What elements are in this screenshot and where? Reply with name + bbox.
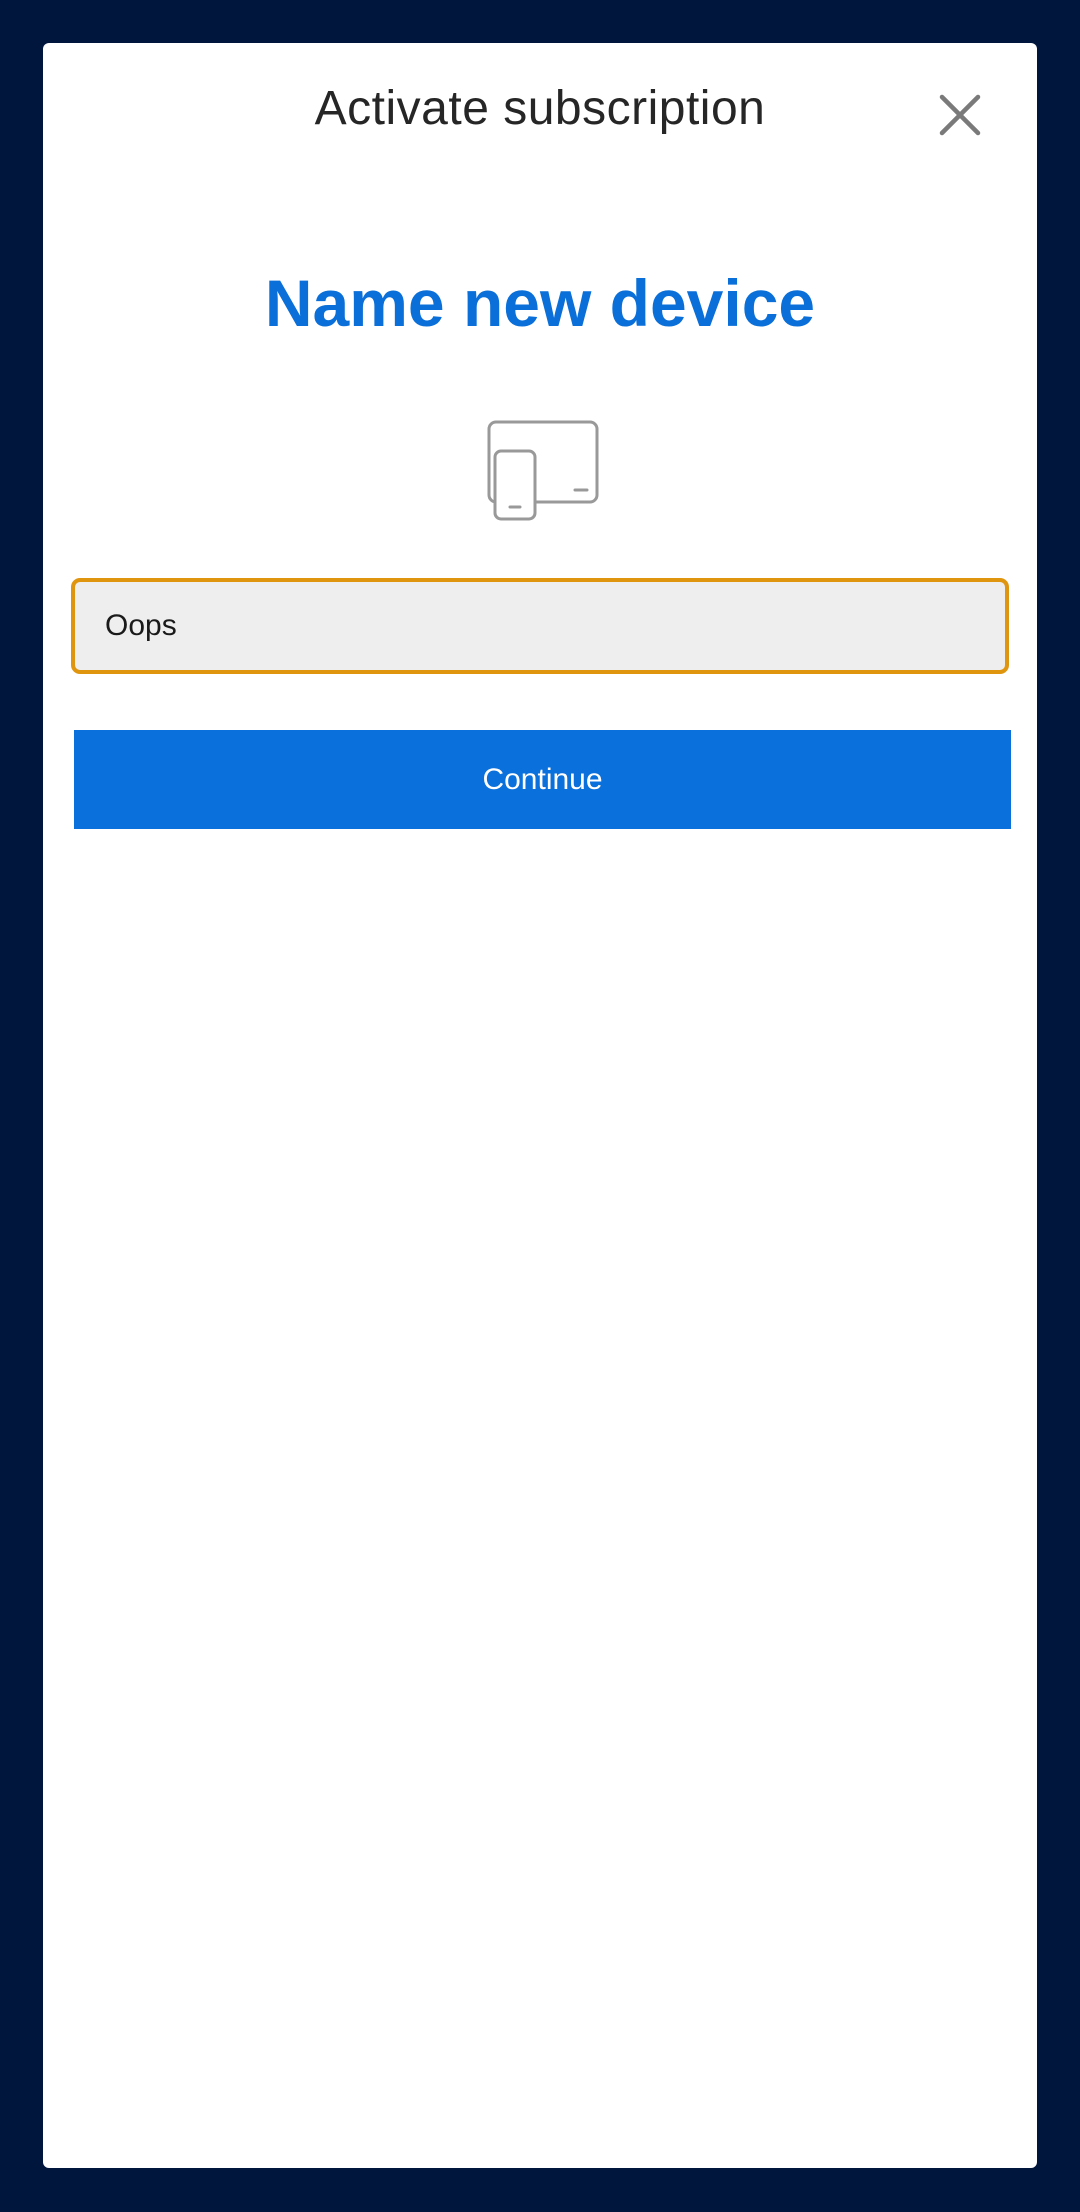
- close-icon: [939, 94, 981, 136]
- activate-subscription-dialog: Activate subscription Name new device Co…: [43, 43, 1037, 2168]
- device-name-input[interactable]: [75, 582, 1005, 670]
- devices-icon: [481, 418, 601, 526]
- dialog-title: Activate subscription: [314, 82, 766, 135]
- close-button[interactable]: [928, 83, 992, 147]
- continue-button[interactable]: Continue: [74, 730, 1011, 829]
- device-name-field[interactable]: [71, 578, 1009, 674]
- page-heading: Name new device: [264, 266, 816, 340]
- dialog-header: Activate subscription: [43, 43, 1037, 185]
